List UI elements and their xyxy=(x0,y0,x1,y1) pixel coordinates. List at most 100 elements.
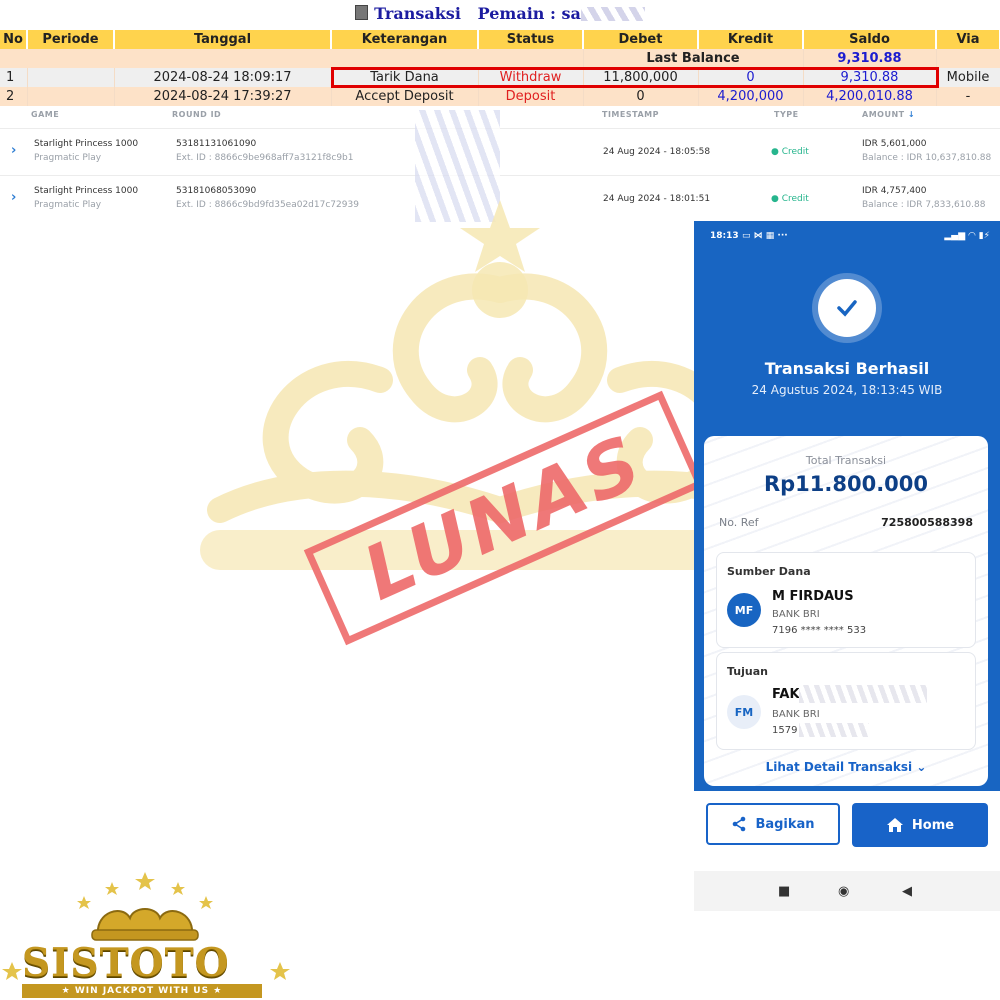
chevron-down-icon: ⌄ xyxy=(916,760,927,774)
chevron-right-icon[interactable]: › xyxy=(11,190,16,205)
cell-keterangan: Accept Deposit xyxy=(331,87,479,106)
dest-name: FAK xyxy=(772,687,800,702)
last-balance-label: Last Balance xyxy=(583,49,804,68)
ref-label: No. Ref xyxy=(719,516,759,529)
page-title: Transaksi Pemain : sa xyxy=(0,4,1000,23)
game-provider: Pragmatic Play xyxy=(34,153,102,163)
total-label: Total Transaksi xyxy=(805,454,887,467)
ext-id: Ext. ID : 8866c9be968aff7a3121f8c9b1 xyxy=(176,153,354,163)
col-type: TYPE xyxy=(774,110,799,119)
status-time: 18:13 xyxy=(710,231,739,241)
logo-crown-icon xyxy=(77,872,213,941)
back-icon[interactable]: ◀ xyxy=(902,884,912,899)
col-header-periode: Periode xyxy=(27,30,115,49)
source-avatar: MF xyxy=(727,593,761,627)
cell-status: Deposit xyxy=(478,87,584,106)
action-bar: Bagikan Home xyxy=(694,791,1000,881)
col-header-kredit: Kredit xyxy=(698,30,804,49)
col-header-via: Via xyxy=(936,30,1000,49)
game-name: Starlight Princess 1000 xyxy=(34,186,139,196)
balance: Balance : IDR 10,637,810.88 xyxy=(862,153,992,163)
share-label: Bagikan xyxy=(755,816,815,832)
home-icon xyxy=(886,818,903,832)
amount: IDR 4,757,400 xyxy=(862,186,927,196)
cell-tanggal: 2024-08-24 18:09:17 xyxy=(114,68,332,87)
title-label: Transaksi xyxy=(374,4,461,23)
highlight-box xyxy=(331,67,939,88)
col-header-no: No xyxy=(0,30,28,49)
cell-via: - xyxy=(936,87,1000,106)
cell-no: 2 xyxy=(0,87,28,106)
recents-icon[interactable]: ■ xyxy=(778,884,790,899)
bank-receipt-screenshot: 18:13 ▭ ⋈ ▦ ··· ▂▄▆ ◠ ▮⚡ Transaksi Berha… xyxy=(694,221,1000,911)
android-nav-bar: ■ ◉ ◀ xyxy=(694,871,1000,911)
receipt-title: Transaksi Berhasil xyxy=(764,359,930,378)
receipt-card: Total Transaksi Rp11.800.000 No. Ref 725… xyxy=(704,436,988,786)
amount-label: AMOUNT xyxy=(862,110,905,119)
share-button[interactable]: Bagikan xyxy=(706,803,840,845)
signal-battery-icon: ▂▄▆ ◠ ▮⚡ xyxy=(944,231,990,241)
home-button[interactable]: Home xyxy=(852,803,988,847)
detail-link[interactable]: Lihat Detail Transaksi ⌄ xyxy=(704,760,988,774)
balance: Balance : IDR 7,833,610.88 xyxy=(862,200,986,210)
sistoto-logo: SISTOTO ★ WIN JACKPOT WITH US ★ xyxy=(0,868,300,1000)
game-name: Starlight Princess 1000 xyxy=(34,139,139,149)
game-list-header: GAME ROUND ID TIMESTAMP TYPE AMOUNT ↓ xyxy=(0,108,1000,128)
cell-kredit: 4,200,000 xyxy=(698,87,804,106)
cell-tanggal: 2024-08-24 17:39:27 xyxy=(114,87,332,106)
ref-value: 725800588398 xyxy=(881,516,973,529)
source-account: 7196 **** **** 533 xyxy=(772,625,867,636)
col-amount[interactable]: AMOUNT ↓ xyxy=(862,110,915,119)
game-provider: Pragmatic Play xyxy=(34,200,102,210)
source-name: M FIRDAUS xyxy=(772,589,854,604)
timestamp: 24 Aug 2024 - 18:05:58 xyxy=(603,147,711,157)
total-amount: Rp11.800.000 xyxy=(763,472,929,496)
sort-arrow-icon: ↓ xyxy=(907,110,916,119)
cell-periode xyxy=(27,68,115,87)
share-icon xyxy=(733,816,746,832)
check-icon xyxy=(818,279,876,337)
logo-brand: SISTOTO xyxy=(22,940,230,986)
redacted-name xyxy=(799,685,927,703)
cell-periode xyxy=(27,87,115,106)
cell-debet: 0 xyxy=(583,87,699,106)
logo-tagline: ★ WIN JACKPOT WITH US ★ xyxy=(22,984,262,998)
logo-tagline-text: WIN JACKPOT WITH US xyxy=(74,986,210,996)
player-label: Pemain : sa xyxy=(477,4,581,23)
dest-account: 1579 xyxy=(772,725,798,736)
col-header-tanggal: Tanggal xyxy=(114,30,332,49)
receipt-datetime: 24 Agustus 2024, 18:13:45 WIB xyxy=(751,383,943,397)
source-label: Sumber Dana xyxy=(727,565,811,578)
col-round-id: ROUND ID xyxy=(172,110,222,119)
destination-section: Tujuan FM FAK BANK BRI 1579 xyxy=(716,652,976,750)
dest-label: Tujuan xyxy=(727,665,768,678)
notification-icons: ▭ ⋈ ▦ ··· xyxy=(742,231,788,241)
table-row[interactable]: 2 2024-08-24 17:39:27 Accept Deposit Dep… xyxy=(0,87,1000,106)
source-bank: BANK BRI xyxy=(772,609,820,620)
source-section: Sumber Dana MF M FIRDAUS BANK BRI 7196 *… xyxy=(716,552,976,648)
table-header-row: No Periode Tanggal Keterangan Status Deb… xyxy=(0,30,1000,49)
dest-bank: BANK BRI xyxy=(772,709,820,720)
home-nav-icon[interactable]: ◉ xyxy=(838,884,849,899)
redacted-account xyxy=(799,723,869,737)
cell-no: 1 xyxy=(0,68,28,87)
amount: IDR 5,601,000 xyxy=(862,139,927,149)
col-header-debet: Debet xyxy=(583,30,699,49)
chevron-right-icon[interactable]: › xyxy=(11,143,16,158)
detail-link-label: Lihat Detail Transaksi xyxy=(765,760,913,774)
col-header-keterangan: Keterangan xyxy=(331,30,479,49)
type-badge: ● Credit xyxy=(771,147,809,157)
col-header-status: Status xyxy=(478,30,584,49)
col-header-saldo: Saldo xyxy=(803,30,937,49)
dest-avatar: FM xyxy=(727,695,761,729)
col-game: GAME xyxy=(31,110,60,119)
document-icon xyxy=(355,5,369,20)
round-id: 53181131061090 xyxy=(176,139,257,149)
cell-via: Mobile xyxy=(936,68,1000,87)
cell-saldo: 4,200,010.88 xyxy=(803,87,937,106)
game-row[interactable]: › Starlight Princess 1000 Pragmatic Play… xyxy=(0,128,1000,175)
last-balance-row: Last Balance 9,310.88 xyxy=(0,49,1000,68)
col-timestamp: TIMESTAMP xyxy=(602,110,659,119)
last-balance-value: 9,310.88 xyxy=(803,49,937,68)
home-label: Home xyxy=(911,817,955,833)
